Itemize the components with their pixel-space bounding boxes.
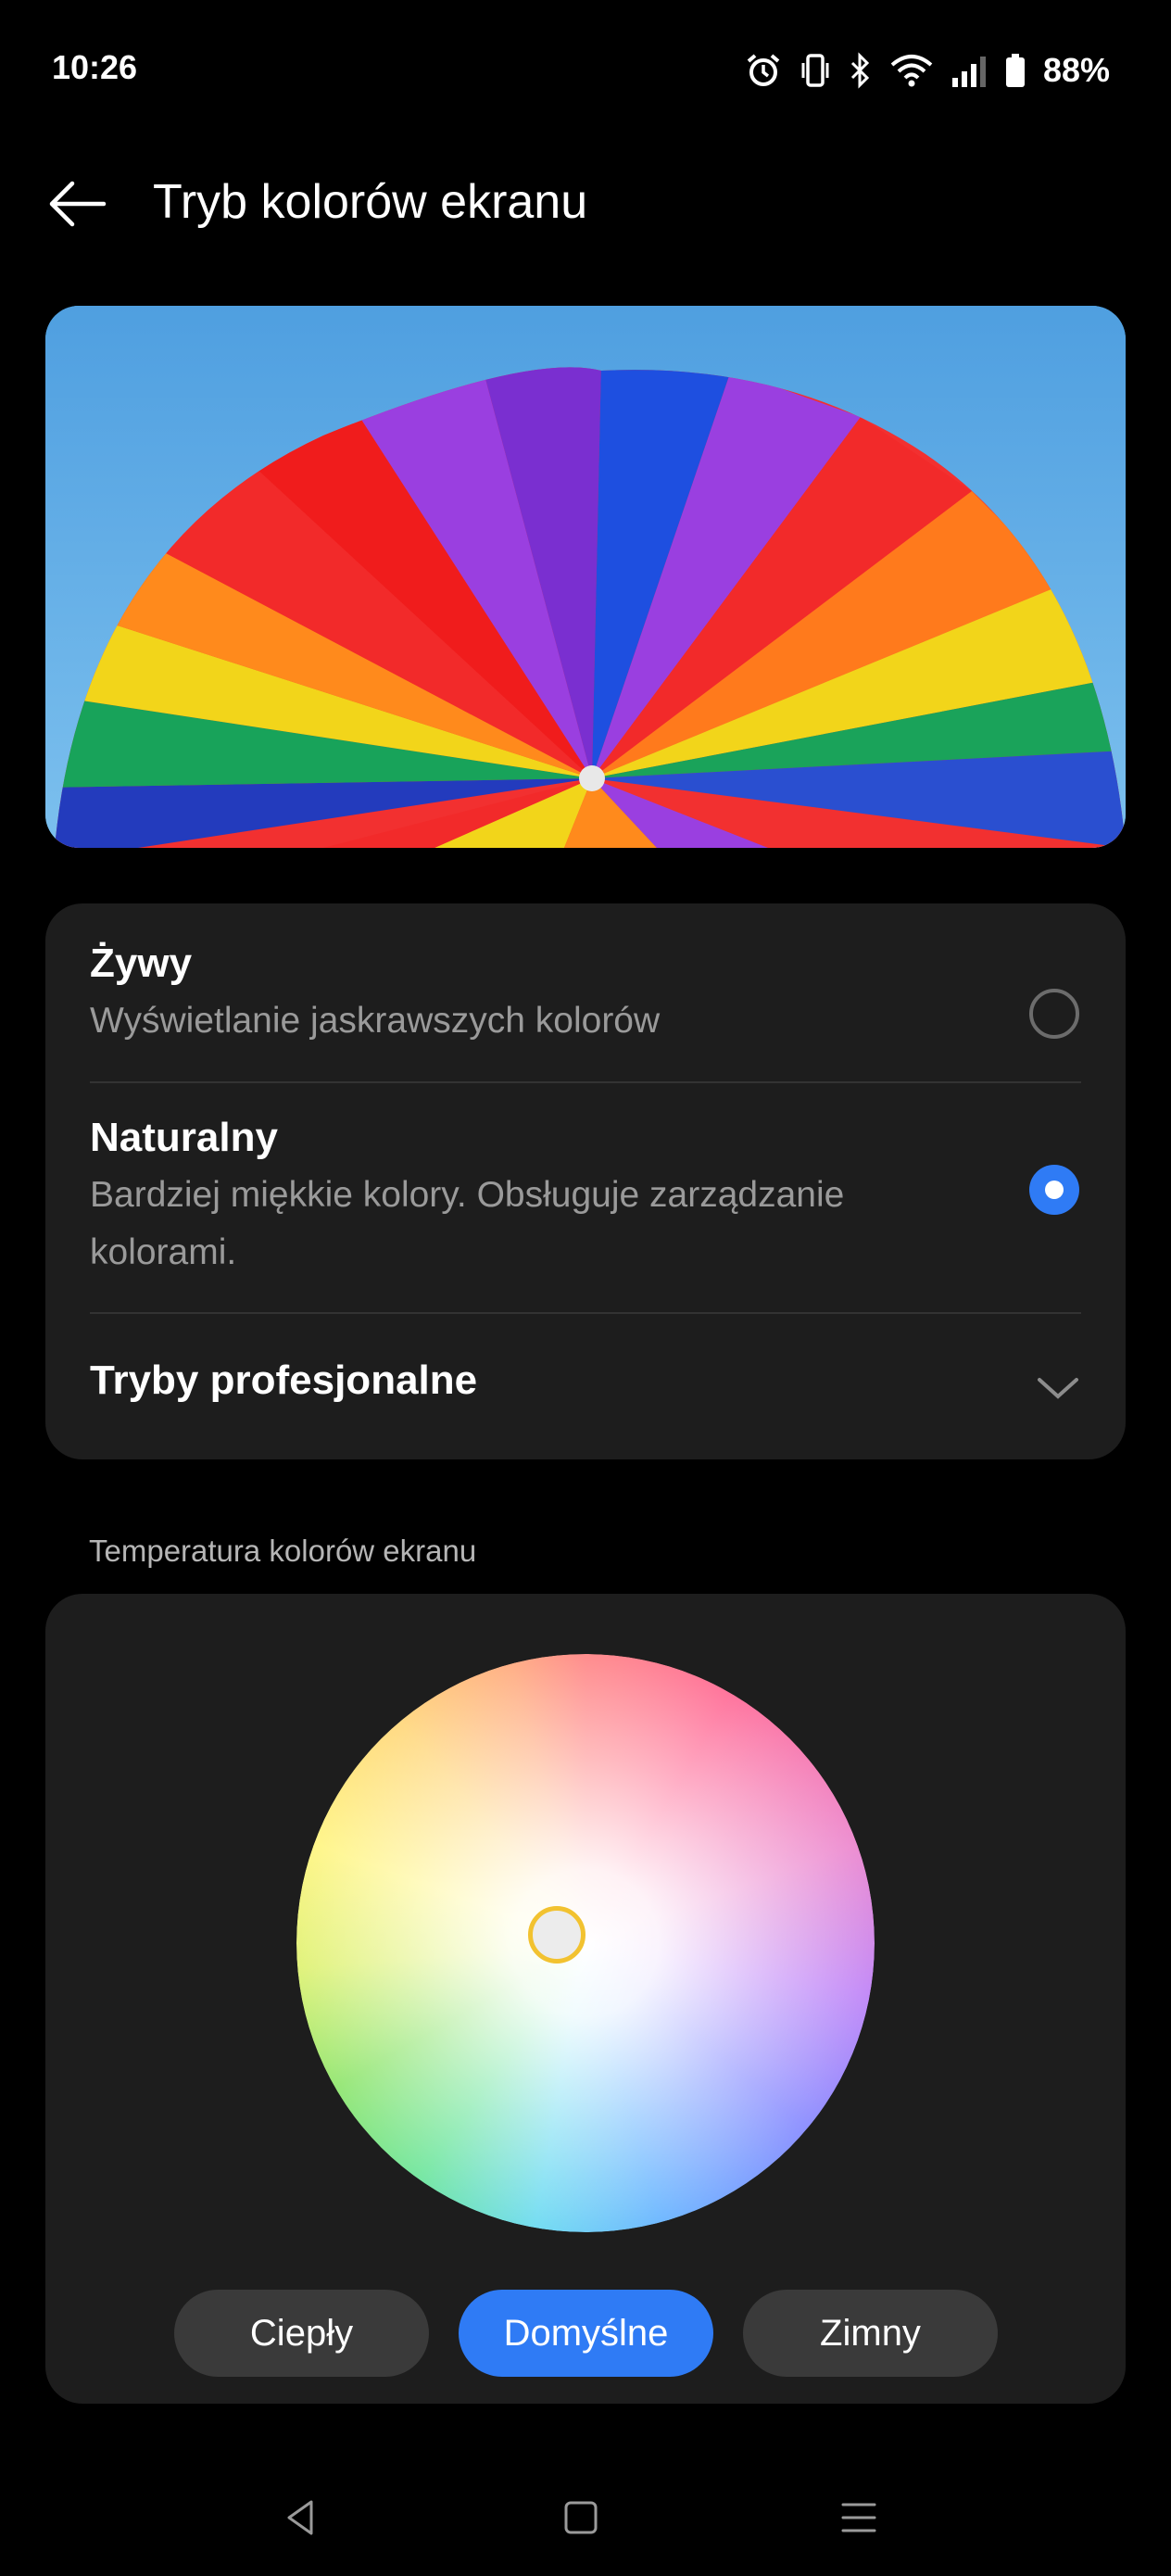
color-wheel-handle[interactable] <box>528 1906 586 1964</box>
mode-option-natural[interactable]: Naturalny Bardziej miękkie kolory. Obsłu… <box>90 1115 1081 1282</box>
section-label-temperature: Temperatura kolorów ekranu <box>89 1534 477 1568</box>
wifi-icon <box>890 55 933 87</box>
navigation-bar <box>0 2465 1171 2567</box>
temperature-presets: Ciepły Domyślne Zimny <box>174 2290 998 2377</box>
back-button[interactable] <box>44 176 109 232</box>
color-wheel-center <box>296 1654 875 2232</box>
status-icons: 88% <box>745 48 1110 93</box>
mode-title: Żywy <box>90 941 193 986</box>
radio-vivid[interactable] <box>1029 989 1079 1039</box>
menu-lines-icon[interactable] <box>836 2494 882 2541</box>
battery-percentage: 88% <box>1042 51 1110 89</box>
mode-option-vivid[interactable]: Żywy Wyświetlanie jaskrawszych kolorów <box>90 941 1081 1061</box>
color-temperature-card: Ciepły Domyślne Zimny <box>45 1594 1126 2404</box>
divider <box>90 1312 1081 1314</box>
radio-natural[interactable] <box>1029 1165 1079 1215</box>
mode-subtitle: Bardziej miękkie kolory. Obsługuje zarzą… <box>90 1175 845 1272</box>
preview-image <box>45 306 1126 848</box>
color-mode-card: Żywy Wyświetlanie jaskrawszych kolorów N… <box>45 903 1126 1459</box>
chevron-down-icon <box>1038 1378 1078 1399</box>
professional-modes-label: Tryby profesjonalne <box>90 1357 478 1403</box>
page-title: Tryb kolorów ekranu <box>153 175 588 229</box>
alarm-icon <box>747 54 780 86</box>
bluetooth-icon <box>850 52 870 89</box>
vibrate-icon <box>801 54 829 87</box>
divider <box>90 1081 1081 1083</box>
preset-warm-button[interactable]: Ciepły <box>174 2290 429 2377</box>
home-square-icon[interactable] <box>558 2494 604 2541</box>
mode-title: Naturalny <box>90 1115 278 1160</box>
status-time: 10:26 <box>52 48 138 86</box>
back-triangle-icon[interactable] <box>278 2494 324 2541</box>
preset-cool-button[interactable]: Zimny <box>743 2290 998 2377</box>
battery-icon <box>1005 54 1025 87</box>
mode-subtitle: Wyświetlanie jaskrawszych kolorów <box>90 1001 661 1041</box>
arrow-left-icon <box>49 181 107 227</box>
professional-modes-expander[interactable]: Tryby profesjonalne <box>90 1357 1081 1422</box>
app-header: Tryb kolorów ekranu <box>0 158 1171 250</box>
preset-default-button[interactable]: Domyślne <box>459 2290 713 2377</box>
status-bar: 10:26 88% <box>0 0 1171 139</box>
signal-icon <box>951 57 986 87</box>
color-wheel[interactable] <box>296 1654 875 2232</box>
